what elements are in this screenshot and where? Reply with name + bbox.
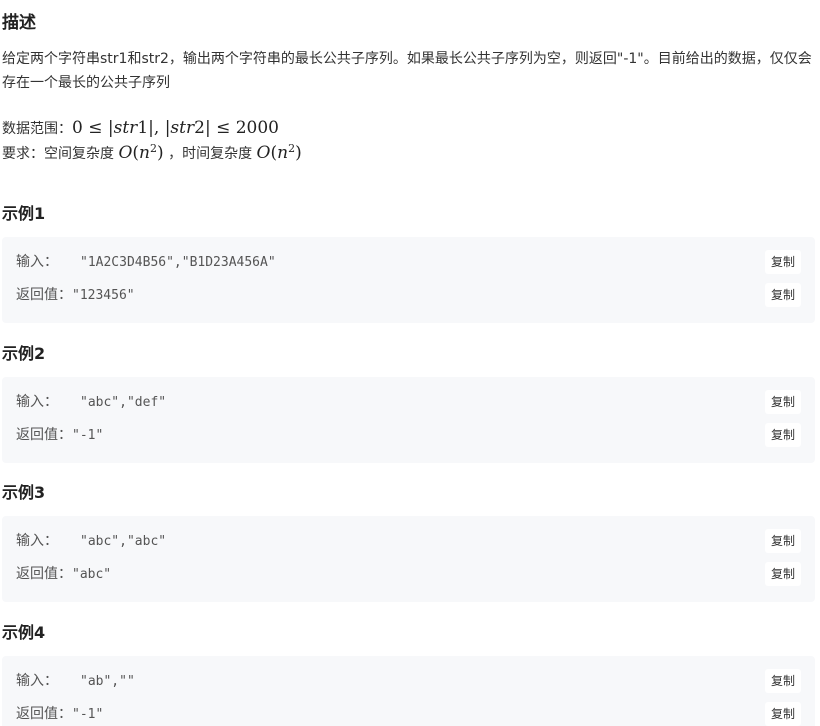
example-output-row: 返回值："-1" 复制 <box>16 700 815 726</box>
data-range-formula: 0 ≤ |str1|, |str2| ≤ 2000 <box>72 118 279 138</box>
example-output-row: 返回值："abc" 复制 <box>16 560 815 588</box>
output-label: 返回值： <box>16 706 72 722</box>
copy-button[interactable]: 复制 <box>764 669 801 693</box>
input-value: "abc","def" <box>80 395 167 410</box>
example-box: 输入： "abc","def" 复制 返回值："-1" 复制 <box>2 377 815 463</box>
input-label: 输入： <box>16 533 58 549</box>
space-complexity: O(n2) <box>118 142 164 163</box>
example-input-row: 输入： "ab","" 复制 <box>16 667 815 695</box>
example-box: 输入： "abc","abc" 复制 返回值："abc" 复制 <box>2 516 815 602</box>
data-range-line: 数据范围：0 ≤ |str1|, |str2| ≤ 2000 <box>2 116 279 141</box>
output-value: "-1" <box>72 428 104 443</box>
data-range-label: 数据范围： <box>2 121 72 137</box>
example-box: 输入： "1A2C3D4B56","B1D23A456A" 复制 返回值："123… <box>2 237 815 323</box>
example-output-row: 返回值："123456" 复制 <box>16 281 815 309</box>
input-value: "abc","abc" <box>80 534 167 549</box>
copy-button[interactable]: 复制 <box>764 423 801 447</box>
time-complexity: O(n2) <box>256 142 302 163</box>
output-value: "abc" <box>72 567 112 582</box>
copy-button[interactable]: 复制 <box>764 529 801 553</box>
copy-button[interactable]: 复制 <box>764 702 801 726</box>
example-title: 示例1 <box>2 204 46 223</box>
input-value: "1A2C3D4B56","B1D23A456A" <box>80 255 276 270</box>
input-label: 输入： <box>16 254 58 270</box>
copy-button[interactable]: 复制 <box>764 250 801 274</box>
output-label: 返回值： <box>16 427 72 443</box>
example-title: 示例4 <box>2 623 46 642</box>
example-input-row: 输入： "abc","def" 复制 <box>16 388 815 416</box>
requirement-line: 要求：空间复杂度 O(n2) ，时间复杂度 O(n2) <box>2 141 302 166</box>
copy-button[interactable]: 复制 <box>764 390 801 414</box>
output-value: "-1" <box>72 707 104 722</box>
output-label: 返回值： <box>16 566 72 582</box>
example-input-row: 输入： "abc","abc" 复制 <box>16 527 815 555</box>
example-title: 示例3 <box>2 483 46 502</box>
copy-button[interactable]: 复制 <box>764 283 801 307</box>
output-label: 返回值： <box>16 287 72 303</box>
time-complexity-label: ，时间复杂度 <box>168 146 253 162</box>
input-label: 输入： <box>16 673 58 689</box>
input-label: 输入： <box>16 394 58 410</box>
description-text: 给定两个字符串str1和str2，输出两个字符串的最长公共子序列。如果最长公共子… <box>2 51 812 91</box>
copy-button[interactable]: 复制 <box>764 562 801 586</box>
example-input-row: 输入： "1A2C3D4B56","B1D23A456A" 复制 <box>16 248 815 276</box>
input-value: "ab","" <box>80 674 135 689</box>
description-heading: 描述 <box>2 13 36 33</box>
output-value: "123456" <box>72 288 135 303</box>
requirement-label: 要求：空间复杂度 <box>2 146 114 162</box>
example-box: 输入： "ab","" 复制 返回值："-1" 复制 <box>2 656 815 726</box>
example-title: 示例2 <box>2 344 46 363</box>
example-output-row: 返回值："-1" 复制 <box>16 421 815 449</box>
